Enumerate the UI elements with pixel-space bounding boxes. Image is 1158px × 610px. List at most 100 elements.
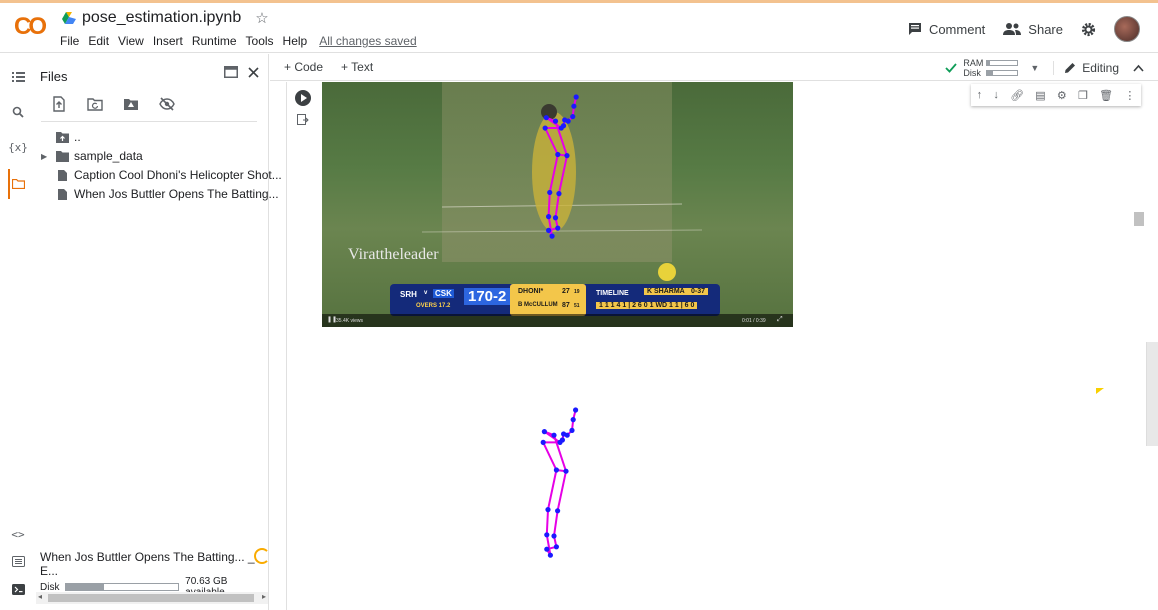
ram-bar [986,60,1019,66]
tree-item-parent[interactable]: .. [41,128,81,146]
star-icon[interactable]: ☆ [255,9,268,27]
run-cell-button[interactable] [295,90,311,106]
user-avatar[interactable] [1114,16,1140,42]
batter1-name: DHONI* [518,288,544,295]
hide-files-icon[interactable] [159,96,175,112]
menu-help[interactable]: Help [283,34,308,48]
ram-label: RAM [963,58,984,68]
menu-edit[interactable]: Edit [88,34,109,48]
move-up-arrow-icon[interactable]: ↑ [977,89,983,101]
close-icon[interactable] [248,66,259,78]
skeleton-bone [556,470,567,512]
skeleton-keypoint [561,431,567,437]
save-status[interactable]: All changes saved [319,34,416,48]
batters-box: DHONI* 27 19 B McCULLUM 87 51 [510,284,586,316]
resources-dropdown-icon[interactable]: ▼ [1030,63,1039,73]
scroll-right-icon[interactable]: ▸ [262,592,266,601]
uploading-file-name: When Jos Buttler Opens The Batting... _ … [40,550,255,578]
menu-view[interactable]: View [118,34,144,48]
tree-item-buttler-video[interactable]: When Jos Buttler Opens The Batting... [41,185,279,203]
pose-skeleton-plot-group [540,407,579,558]
share-label: Share [1028,21,1063,37]
notebook-title[interactable]: pose_estimation.ipynb [82,9,241,27]
comment-icon [908,23,921,35]
tree-item-label: Caption Cool Dhoni's Helicopter Shot... [74,168,282,182]
notebook-vertical-scrollbar[interactable] [1133,82,1145,610]
add-code-button[interactable]: + Code [284,60,323,74]
skeleton-keypoint [544,546,550,552]
timeline-balls: 1 1 1 4 1 | 2 6 0 1 WD 1 1 | 6 0 [596,302,698,309]
skeleton-bone [547,192,551,217]
skeleton-keypoint [545,507,551,513]
disk-label: Disk [963,68,981,78]
skeleton-keypoint [544,532,550,538]
open-in-tab-icon[interactable] [224,66,238,78]
scoreboard: SRH v CSK 170-2 OVERS 17.2 DHONI* 27 19 … [390,284,720,316]
skeleton-keypoint [555,151,561,158]
link-icon[interactable]: 🔗︎ [1010,89,1024,102]
skeleton-bone [542,441,558,471]
editing-mode-button[interactable]: Editing [1053,61,1119,75]
table-of-contents-icon[interactable] [10,69,26,85]
menu-file[interactable]: File [60,34,79,48]
file-icon [58,188,67,200]
menu-bar: File Edit View Insert Runtime Tools Help… [60,34,426,48]
scrollbar-thumb[interactable] [1134,212,1144,226]
pose-skeleton-plot [540,407,579,558]
page-scrollbar[interactable] [1146,342,1158,446]
tree-item-dhoni-video[interactable]: Caption Cool Dhoni's Helicopter Shot... [41,166,282,184]
settings-gear-icon[interactable] [1081,22,1096,37]
skeleton-bone [547,469,558,510]
score-team1: SRH [400,290,417,299]
skeleton-keypoint [556,191,562,197]
batter1-runs: 27 [562,288,570,295]
colab-logo[interactable]: CO [14,13,47,41]
skeleton-keypoint [557,439,563,445]
fullscreen-icon[interactable]: ⤢ [777,316,783,324]
skeleton-keypoint [558,125,564,131]
batter1-balls: 19 [574,289,580,295]
terminal-icon[interactable] [10,581,26,597]
menu-runtime[interactable]: Runtime [192,34,237,48]
scroll-left-icon[interactable]: ◂ [38,592,42,601]
pencil-icon [1065,63,1076,73]
code-snippets-icon[interactable]: <> [10,526,26,542]
tree-item-sample-data[interactable]: ▶ sample_data [41,147,143,165]
video-watermark: Virattheleader [348,246,439,263]
search-icon[interactable] [10,104,26,120]
runtime-actions: RAM Disk ▼ Editing [945,58,1144,78]
mount-drive-icon[interactable] [123,96,139,112]
files-divider [41,121,257,122]
score-total: 170-2 [464,288,511,305]
folder-icon[interactable] [10,176,26,192]
expand-arrow-icon[interactable]: ▶ [41,152,51,161]
settings-gear-icon[interactable]: ⚙ [1057,89,1067,102]
menu-tools[interactable]: Tools [246,34,274,48]
mirror-cell-icon[interactable]: ❐ [1078,89,1088,102]
refresh-folder-icon[interactable] [87,96,103,112]
delete-trash-icon[interactable]: 🗑︎ [1099,89,1113,102]
disk-usage-fill [66,584,105,590]
variables-icon[interactable]: {x} [8,139,28,155]
resources-indicator[interactable]: RAM Disk ▼ [945,58,1039,78]
command-palette-icon[interactable] [10,553,26,569]
skeleton-keypoint [563,468,569,474]
ram-bar-fill [987,61,990,65]
mouse-cursor-icon [1096,388,1104,394]
comment-icon[interactable]: ▤ [1035,89,1045,102]
output-menu-icon[interactable] [297,114,309,129]
add-text-button[interactable]: + Text [341,60,373,74]
upload-file-icon[interactable] [51,96,67,112]
skeleton-keypoint [546,227,552,233]
scrollbar-thumb[interactable] [48,594,254,602]
comment-button[interactable]: Comment [908,22,985,37]
collapse-header-chevron-icon[interactable] [1133,64,1144,72]
files-panel-controls [224,66,259,78]
menu-insert[interactable]: Insert [153,34,183,48]
skeleton-keypoint [552,118,559,124]
skeleton-bone [553,510,559,537]
share-button[interactable]: Share [1003,22,1063,37]
files-horizontal-scrollbar[interactable]: ◂ ▸ [36,592,268,604]
move-down-arrow-icon[interactable]: ↓ [993,89,999,101]
tree-item-label: sample_data [74,149,143,163]
